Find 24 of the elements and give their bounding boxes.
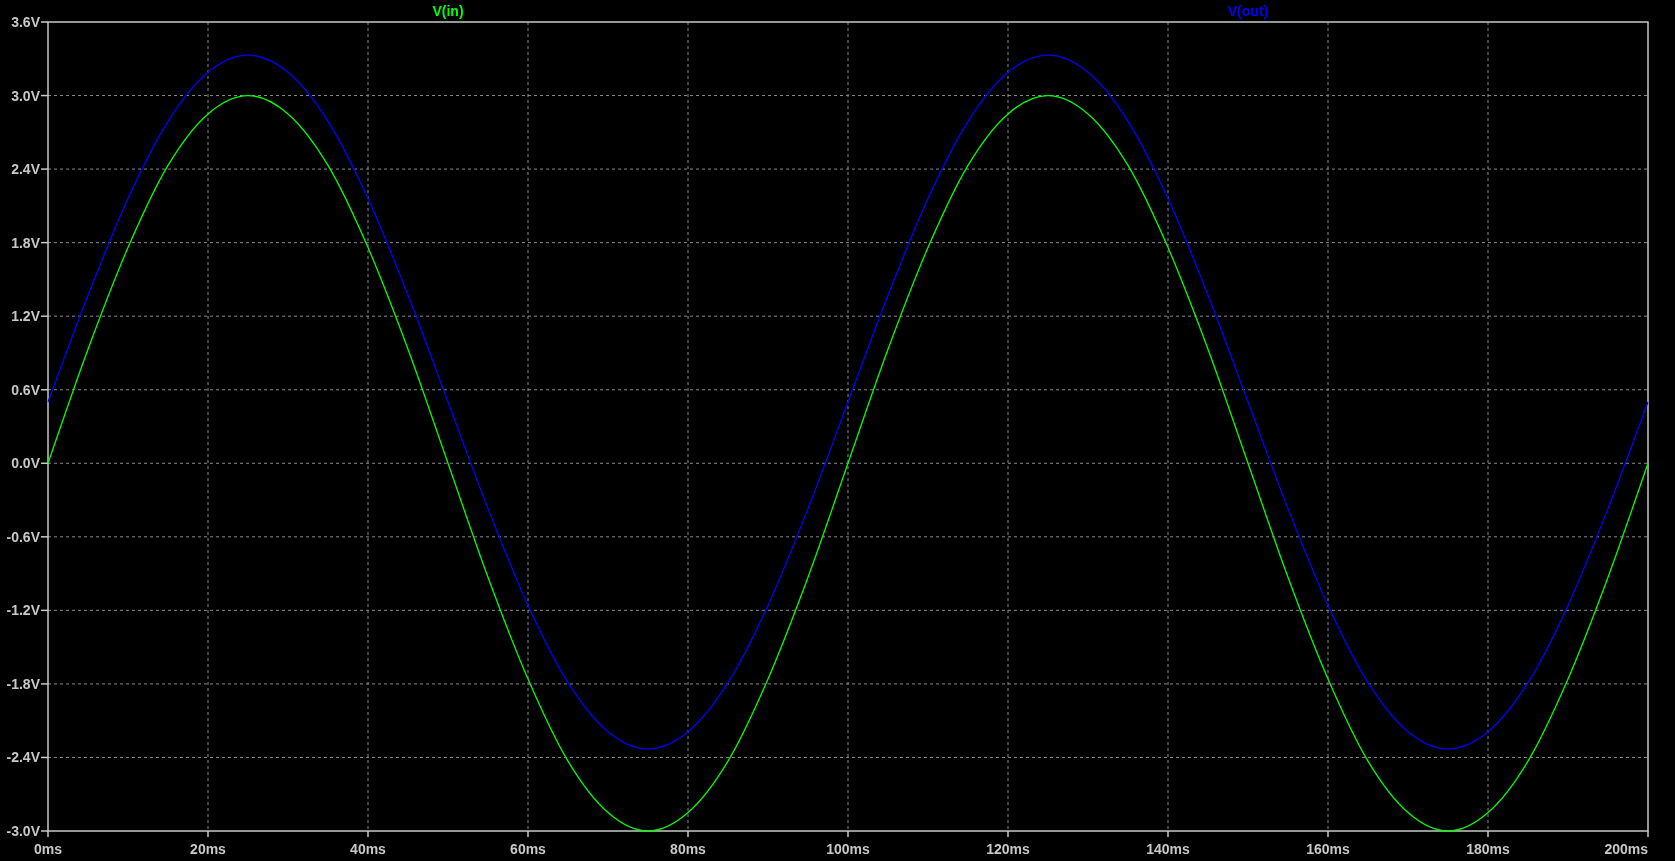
y-axis-label: -2.4V: [6, 749, 40, 766]
y-axis-label: -0.6V: [6, 528, 40, 545]
x-axis-label: 60ms: [510, 841, 546, 857]
x-axis-label: 80ms: [670, 841, 706, 857]
x-axis-label: 160ms: [1306, 841, 1350, 857]
y-axis-label: 0.0V: [11, 455, 40, 472]
trace-name[interactable]: V(in): [432, 3, 464, 19]
x-axis-label: 120ms: [986, 841, 1030, 857]
x-axis-label: 40ms: [350, 841, 386, 857]
y-axis-label: 3.0V: [11, 87, 40, 104]
x-axis-label: 200ms: [1604, 841, 1648, 857]
x-axis-label: 100ms: [826, 841, 870, 857]
y-axis-label: 0.6V: [11, 381, 40, 398]
y-axis-label: -1.2V: [6, 602, 40, 619]
y-axis-label: 1.8V: [11, 234, 40, 251]
x-axis-label: 0ms: [34, 841, 62, 857]
y-axis-label: 1.2V: [11, 308, 40, 325]
x-axis-label: 140ms: [1146, 841, 1190, 857]
y-axis-label: 3.6V: [11, 14, 40, 30]
y-axis-label: -1.8V: [6, 675, 40, 692]
y-axis-label: 2.4V: [11, 161, 40, 178]
x-axis-label: 180ms: [1466, 841, 1510, 857]
x-axis-label: 20ms: [190, 841, 226, 857]
y-axis-label: -3.0V: [6, 823, 40, 839]
